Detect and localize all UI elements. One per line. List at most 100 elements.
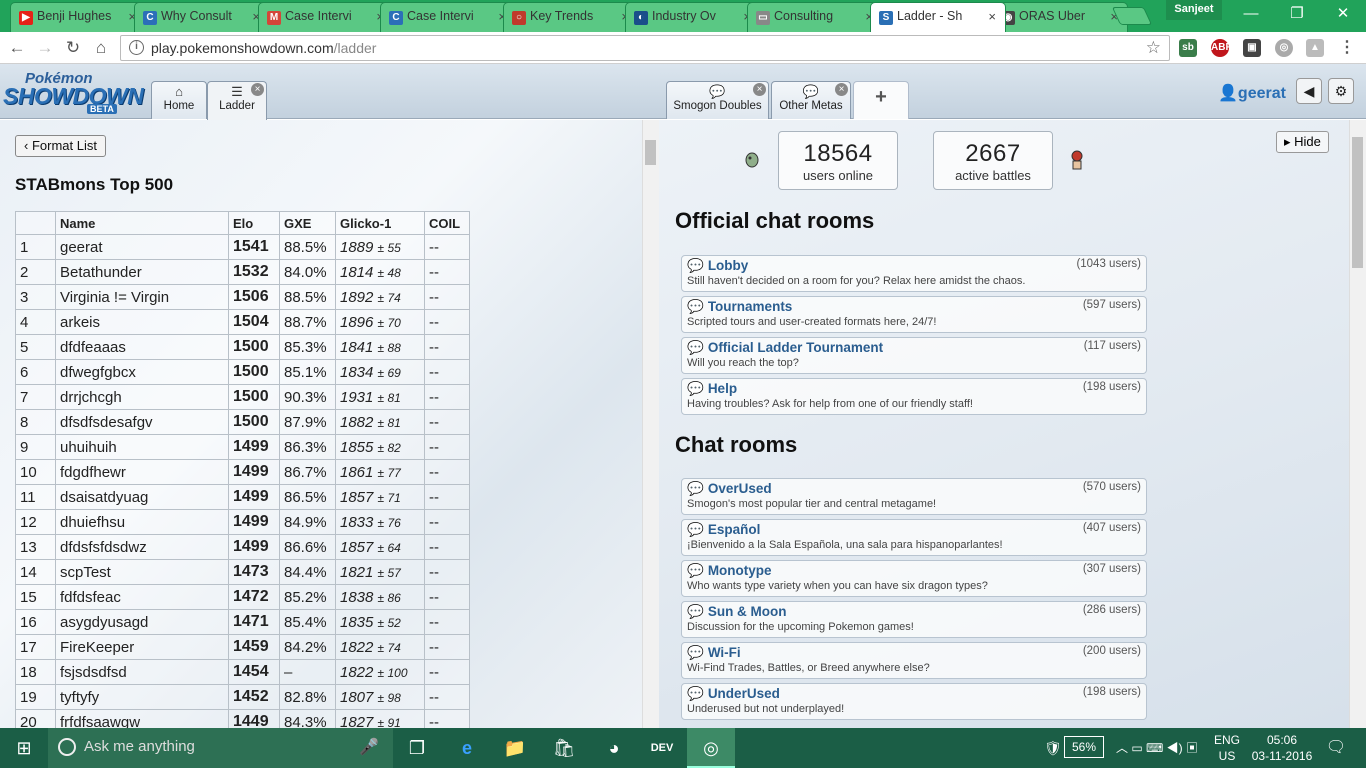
player-name-cell[interactable]: dfdsfsfdsdwz: [55, 534, 229, 560]
settings-button[interactable]: ⚙: [1328, 78, 1354, 104]
chat-room-button[interactable]: 💬 Sun & Moon (286 users) Discussion for the…: [681, 601, 1147, 638]
chat-room-button[interactable]: 💬 Tournaments (597 users) Scripted tours an…: [681, 296, 1147, 333]
minimize-icon[interactable]: —: [1228, 0, 1274, 28]
drive-icon[interactable]: ▲: [1306, 39, 1324, 57]
player-name-cell[interactable]: FireKeeper: [55, 634, 229, 660]
player-name-cell[interactable]: fsjsdsdfsd: [55, 659, 229, 685]
tab-home[interactable]: ⌂ Home: [151, 81, 207, 119]
table-row: 7 drrjchcgh 1500 90.3% 1931 ± 81 --: [15, 384, 470, 410]
chat-room-button[interactable]: 💬 OverUsed (570 users) Smogon's most popula…: [681, 478, 1147, 515]
chat-room-button[interactable]: 💬 UnderUsed (198 users) Underused but not u…: [681, 683, 1147, 720]
hide-button[interactable]: ▸ Hide: [1276, 131, 1329, 153]
player-name-cell[interactable]: fdgdfhewr: [55, 459, 229, 485]
language-indicator[interactable]: ENG US: [1213, 732, 1241, 772]
close-tab-icon[interactable]: ×: [835, 83, 848, 96]
home-icon[interactable]: ⌂: [90, 38, 112, 58]
cortana-search-box[interactable]: Ask me anything 🎤: [48, 728, 393, 768]
player-name-cell[interactable]: drrjchcgh: [55, 384, 229, 410]
player-name-cell[interactable]: tyftyfy: [55, 684, 229, 710]
browser-tab[interactable]: ▭Consulting×: [747, 2, 883, 32]
chat-room-button[interactable]: 💬 Español (407 users) ¡Bienvenido a la Sala…: [681, 519, 1147, 556]
edge-icon[interactable]: e: [443, 728, 491, 768]
player-name-cell[interactable]: asygdyusagd: [55, 609, 229, 635]
tab-ladder[interactable]: ☰ Ladder ×: [207, 81, 267, 120]
browser-tab[interactable]: ▶ Benji Hughes ×: [10, 2, 146, 32]
task-view-icon[interactable]: ❐: [393, 728, 441, 768]
chat-room-button[interactable]: 💬 Wi-Fi (200 users) Wi-Find Trades, Battles…: [681, 642, 1147, 679]
player-name-cell[interactable]: dfsdfsdesafgv: [55, 409, 229, 435]
ladder-scrollbar[interactable]: [642, 120, 659, 728]
battery-indicator[interactable]: 56%: [1064, 736, 1104, 758]
chat-room-button[interactable]: 💬 Lobby (1043 users) Still haven't decided …: [681, 255, 1147, 292]
windows-start-icon[interactable]: ⊞: [0, 728, 48, 768]
app-icon[interactable]: ◕: [590, 728, 638, 768]
address-bar[interactable]: i play.pokemonshowdown.com/ladder ☆: [120, 35, 1170, 61]
table-row: 5 dfdfeaaas 1500 85.3% 1841 ± 88 --: [15, 334, 470, 360]
close-tab-icon[interactable]: ×: [753, 83, 766, 96]
info-icon[interactable]: i: [129, 40, 144, 55]
player-name-cell[interactable]: arkeis: [55, 309, 229, 335]
browser-tab-title: Why Consult: [161, 9, 232, 23]
back-icon[interactable]: ←: [6, 38, 28, 58]
browser-tab[interactable]: ◐Industry Ov×: [625, 2, 761, 32]
format-list-button[interactable]: ‹ Format List: [15, 135, 106, 157]
player-name-cell[interactable]: geerat: [55, 234, 229, 260]
security-shield-icon[interactable]: 🛡: [1044, 728, 1064, 768]
player-name-cell[interactable]: dfdfeaaas: [55, 334, 229, 360]
active-battles-stat[interactable]: 2667 active battles: [933, 131, 1053, 190]
column-header-elo[interactable]: Elo: [228, 211, 280, 235]
extension-icon[interactable]: ◎: [1275, 39, 1293, 57]
rooms-scrollbar-thumb[interactable]: [1352, 137, 1363, 268]
username-button[interactable]: 👤geerat: [1218, 83, 1286, 103]
forward-icon[interactable]: →: [34, 38, 56, 58]
player-name-cell[interactable]: Virginia != Virgin: [55, 284, 229, 310]
chat-room-button[interactable]: 💬 Monotype (307 users) Who wants type varie…: [681, 560, 1147, 597]
column-header-coil[interactable]: COIL: [424, 211, 470, 235]
column-header-glicko[interactable]: Glicko-1: [335, 211, 425, 235]
tray-icons[interactable]: ︿ ▭ ⌨ ◀) ▣: [1116, 728, 1198, 768]
browser-tab[interactable]: ◉ ORAS Uber ×: [992, 2, 1128, 32]
bookmark-star-icon[interactable]: ☆: [1146, 38, 1161, 58]
tab-other-metas[interactable]: 💬 Other Metas ×: [771, 81, 851, 119]
profile-button[interactable]: Sanjeet: [1166, 0, 1222, 20]
player-name-cell[interactable]: dsaisatdyuag: [55, 484, 229, 510]
player-name-cell[interactable]: Betathunder: [55, 259, 229, 285]
users-online-stat[interactable]: 18564 users online: [778, 131, 898, 190]
store-icon[interactable]: 🛍: [540, 728, 588, 768]
player-name-cell[interactable]: fdfdsfeac: [55, 584, 229, 610]
ladder-scrollbar-thumb[interactable]: [645, 140, 656, 165]
chat-room-button[interactable]: 💬 Official Ladder Tournament (117 users) Wi…: [681, 337, 1147, 374]
player-name-cell[interactable]: dhuiefhsu: [55, 509, 229, 535]
sound-button[interactable]: ◀: [1296, 78, 1322, 104]
browser-tab[interactable]: ○Key Trends×: [503, 2, 639, 32]
player-name-cell[interactable]: scpTest: [55, 559, 229, 585]
browser-tab[interactable]: C Why Consult ×: [134, 2, 270, 32]
browser-tab[interactable]: CCase Intervi×: [380, 2, 516, 32]
clock[interactable]: 05:06 03-11-2016: [1250, 732, 1314, 772]
column-header-name[interactable]: Name: [55, 211, 229, 235]
dev-app-icon[interactable]: DEV: [638, 728, 686, 768]
file-explorer-icon[interactable]: 📁: [491, 728, 539, 768]
player-name-cell[interactable]: frfdfsaawgw: [55, 709, 229, 728]
close-tab-icon[interactable]: ×: [251, 83, 264, 96]
menu-icon[interactable]: ⋮: [1338, 39, 1356, 57]
extension-icon[interactable]: ▣: [1243, 39, 1261, 57]
extension-icon[interactable]: sb: [1179, 39, 1197, 57]
close-tab-icon[interactable]: ×: [988, 9, 996, 24]
reload-icon[interactable]: ↻: [62, 38, 84, 58]
tab-smogon-doubles[interactable]: 💬 Smogon Doubles ×: [666, 81, 769, 119]
adblock-icon[interactable]: ABP: [1211, 39, 1232, 57]
player-name-cell[interactable]: uhuihuih: [55, 434, 229, 460]
column-header-gxe[interactable]: GXE: [279, 211, 336, 235]
maximize-icon[interactable]: ❐: [1274, 0, 1320, 28]
showdown-logo[interactable]: Pokémon SHOWDOWN BETA: [3, 68, 148, 116]
chrome-icon[interactable]: ◎: [687, 728, 735, 768]
new-room-button[interactable]: +: [853, 81, 909, 119]
microphone-icon[interactable]: 🎤: [359, 737, 379, 757]
browser-tab[interactable]: S Ladder - Sh ×: [870, 2, 1006, 32]
chat-room-button[interactable]: 💬 Help (198 users) Having troubles? Ask for…: [681, 378, 1147, 415]
notifications-icon[interactable]: 🗨: [1322, 728, 1350, 768]
player-name-cell[interactable]: dfwegfgbcx: [55, 359, 229, 385]
close-window-icon[interactable]: ✕: [1320, 0, 1366, 28]
browser-tab[interactable]: MCase Intervi×: [258, 2, 394, 32]
